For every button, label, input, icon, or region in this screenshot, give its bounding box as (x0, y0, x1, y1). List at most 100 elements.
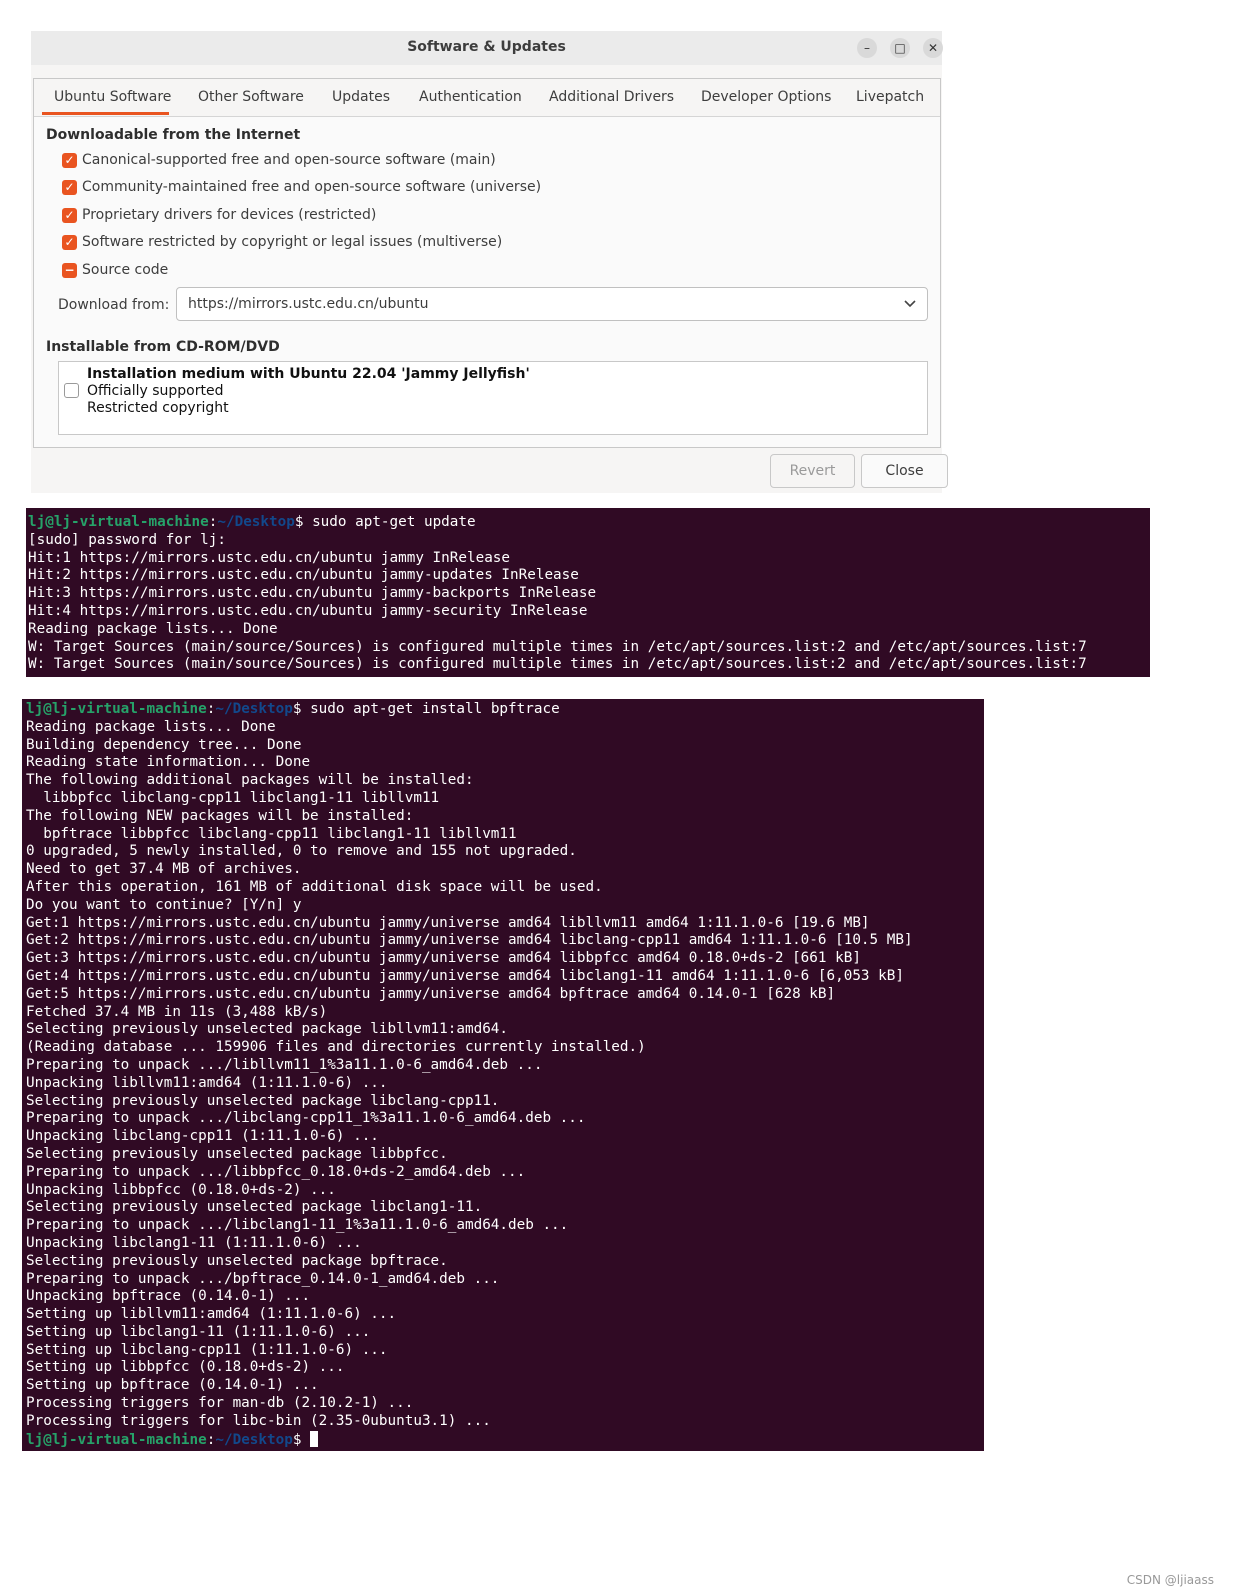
terminal-line: W: Target Sources (main/source/Sources) … (28, 638, 1087, 655)
terminal-line: Preparing to unpack .../libllvm11_1%3a11… (26, 1056, 543, 1073)
prompt-path: ~/Desktop (215, 701, 293, 717)
terminal-line: Preparing to unpack .../bpftrace_0.14.0-… (26, 1270, 500, 1287)
checkbox-label: Proprietary drivers for devices (restric… (82, 207, 377, 223)
settings-notebook: Ubuntu Software Other Software Updates A… (33, 78, 941, 448)
terminal-line: Hit:1 https://mirrors.ustc.edu.cn/ubuntu… (28, 549, 511, 566)
terminal-line: Need to get 37.4 MB of archives. (26, 861, 302, 878)
terminal-output: Reading package lists... Done Building de… (26, 719, 984, 1431)
terminal-line: Unpacking libllvm11:amd64 (1:11.1.0-6) .… (26, 1074, 388, 1091)
terminal-line: [sudo] password for lj: (28, 531, 226, 548)
cdrom-section-heading: Installable from CD-ROM/DVD (46, 339, 280, 355)
download-from-label: Download from: (58, 297, 170, 313)
checkbox-label: Software restricted by copyright or lega… (82, 234, 503, 250)
checkbox-label: Community-maintained free and open-sourc… (82, 179, 542, 195)
minimize-icon[interactable]: – (857, 38, 877, 58)
tab-ubuntu-software[interactable]: Ubuntu Software (54, 89, 171, 105)
tab-livepatch[interactable]: Livepatch (856, 89, 924, 105)
terminal-line: Reading state information... Done (26, 754, 311, 771)
terminal-line: Selecting previously unselected package … (26, 1145, 448, 1162)
chevron-down-icon (903, 293, 917, 316)
checkbox-checked-icon[interactable]: ✓ (62, 153, 77, 168)
terminal-line: Unpacking bpftrace (0.14.0-1) ... (26, 1288, 311, 1305)
terminal-line: Setting up bpftrace (0.14.0-1) ... (26, 1377, 319, 1394)
terminal-line: (Reading database ... 159906 files and d… (26, 1039, 646, 1056)
terminal-line: The following NEW packages will be insta… (26, 807, 414, 824)
prompt-user: lj@lj-virtual-machine (26, 1431, 207, 1448)
cdrom-item-support: Officially supported (87, 383, 224, 399)
terminal-command: sudo apt-get install bpftrace (310, 701, 560, 717)
terminal-line: Unpacking libclang-cpp11 (1:11.1.0-6) ..… (26, 1128, 379, 1145)
internet-section-heading: Downloadable from the Internet (46, 127, 301, 143)
checkbox-label: Canonical-supported free and open-source… (82, 152, 496, 168)
terminal-line: libbpfcc libclang-cpp11 libclang1-11 lib… (26, 789, 440, 806)
prompt-path: ~/Desktop (217, 514, 295, 530)
tab-other-software[interactable]: Other Software (198, 89, 304, 105)
terminal-line: Fetched 37.4 MB in 11s (3,488 kB/s) (26, 1003, 328, 1020)
terminal-line: 0 upgraded, 5 newly installed, 0 to remo… (26, 843, 577, 860)
prompt-user: lj@lj-virtual-machine (28, 514, 209, 530)
terminal-line: The following additional packages will b… (26, 772, 474, 789)
terminal-line: Get:5 https://mirrors.ustc.edu.cn/ubuntu… (26, 985, 836, 1002)
terminal-update[interactable]: lj@lj-virtual-machine:~/Desktop$ sudo ap… (26, 508, 1150, 677)
terminal-prompt-line: lj@lj-virtual-machine:~/Desktop$ sudo ap… (26, 701, 560, 717)
terminal-line: Preparing to unpack .../libclang1-11_1%3… (26, 1217, 569, 1234)
terminal-line: Selecting previously unselected package … (26, 1092, 500, 1109)
download-server-dropdown[interactable]: https://mirrors.ustc.edu.cn/ubuntu (176, 287, 928, 321)
terminal-final-prompt: lj@lj-virtual-machine:~/Desktop$ (26, 1430, 984, 1449)
terminal-line: Preparing to unpack .../libbpfcc_0.18.0+… (26, 1163, 526, 1180)
terminal-line: Hit:3 https://mirrors.ustc.edu.cn/ubuntu… (28, 585, 597, 602)
terminal-line: Setting up libbpfcc (0.18.0+ds-2) ... (26, 1359, 345, 1376)
terminal-line: Hit:4 https://mirrors.ustc.edu.cn/ubuntu… (28, 602, 588, 619)
terminal-line: Hit:2 https://mirrors.ustc.edu.cn/ubuntu… (28, 567, 579, 584)
terminal-output: [sudo] password for lj: Hit:1 https://mir… (28, 532, 1150, 674)
software-updates-window: Software & Updates – □ ✕ Ubuntu Software… (31, 31, 948, 493)
terminal-command: sudo apt-get update (312, 514, 476, 530)
terminal-install[interactable]: lj@lj-virtual-machine:~/Desktop$ sudo ap… (22, 699, 984, 1451)
terminal-line: Do you want to continue? [Y/n] y (26, 896, 302, 913)
terminal-line: After this operation, 161 MB of addition… (26, 878, 603, 895)
terminal-line: Selecting previously unselected package … (26, 1021, 509, 1038)
terminal-line: Reading package lists... Done (26, 718, 276, 735)
checkbox-mixed-icon[interactable]: − (62, 263, 77, 278)
terminal-line: Unpacking libbpfcc (0.18.0+ds-2) ... (26, 1181, 336, 1198)
terminal-line: Get:4 https://mirrors.ustc.edu.cn/ubuntu… (26, 967, 904, 984)
terminal-line: Get:2 https://mirrors.ustc.edu.cn/ubuntu… (26, 932, 913, 949)
tab-authentication[interactable]: Authentication (419, 89, 522, 105)
checkbox-checked-icon[interactable]: ✓ (62, 208, 77, 223)
active-tab-indicator (42, 112, 169, 115)
terminal-line: bpftrace libbpfcc libclang-cpp11 libclan… (26, 825, 517, 842)
window-title: Software & Updates (407, 39, 566, 55)
prompt-user: lj@lj-virtual-machine (26, 701, 207, 717)
terminal-line: Setting up libclang1-11 (1:11.1.0-6) ... (26, 1323, 371, 1340)
terminal-line: Unpacking libclang1-11 (1:11.1.0-6) ... (26, 1234, 362, 1251)
cdrom-checkbox[interactable] (64, 383, 79, 398)
tab-updates[interactable]: Updates (332, 89, 390, 105)
tab-additional-drivers[interactable]: Additional Drivers (549, 89, 674, 105)
terminal-cursor (310, 1430, 319, 1447)
terminal-line: Setting up libclang-cpp11 (1:11.1.0-6) .… (26, 1341, 388, 1358)
terminal-line: W: Target Sources (main/source/Sources) … (28, 656, 1087, 673)
terminal-line: Setting up libllvm11:amd64 (1:11.1.0-6) … (26, 1306, 397, 1323)
tab-bar: Ubuntu Software Other Software Updates A… (34, 79, 940, 117)
maximize-icon[interactable]: □ (890, 38, 910, 58)
terminal-line: Get:1 https://mirrors.ustc.edu.cn/ubuntu… (26, 914, 870, 931)
download-server-value: https://mirrors.ustc.edu.cn/ubuntu (188, 296, 429, 312)
title-bar[interactable]: Software & Updates – □ ✕ (31, 31, 943, 65)
checkbox-checked-icon[interactable]: ✓ (62, 180, 77, 195)
prompt-path: ~/Desktop (215, 1431, 293, 1448)
close-button[interactable]: Close (861, 454, 948, 488)
revert-button[interactable]: Revert (770, 454, 855, 488)
terminal-line: Preparing to unpack .../libclang-cpp11_1… (26, 1110, 586, 1127)
cdrom-item-copyright: Restricted copyright (87, 400, 229, 416)
terminal-line: Building dependency tree... Done (26, 736, 302, 753)
watermark: CSDN @ljiaass (1126, 1573, 1214, 1587)
close-icon[interactable]: ✕ (923, 38, 943, 58)
cdrom-item-title: Installation medium with Ubuntu 22.04 'J… (87, 366, 530, 382)
terminal-prompt-line: lj@lj-virtual-machine:~/Desktop$ sudo ap… (28, 514, 476, 530)
cdrom-source-list: Installation medium with Ubuntu 22.04 'J… (58, 361, 928, 435)
checkbox-label: Source code (82, 262, 169, 278)
terminal-line: Get:3 https://mirrors.ustc.edu.cn/ubuntu… (26, 950, 861, 967)
checkbox-checked-icon[interactable]: ✓ (62, 235, 77, 250)
tab-developer-options[interactable]: Developer Options (701, 89, 831, 105)
terminal-line: Selecting previously unselected package … (26, 1252, 448, 1269)
